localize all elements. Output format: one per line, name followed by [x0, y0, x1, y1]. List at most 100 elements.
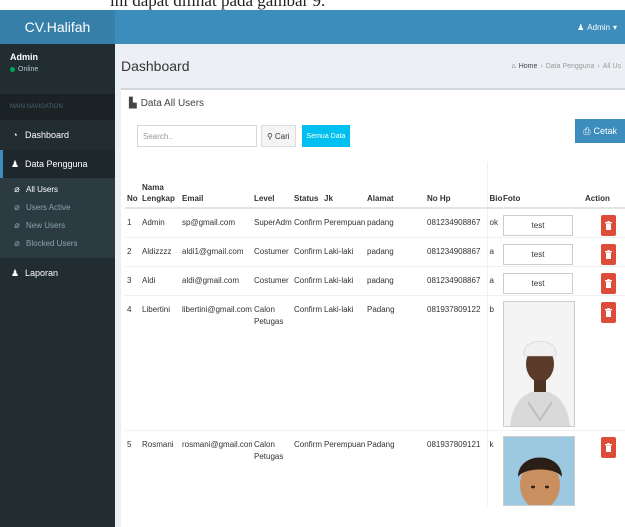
sidebar-item-laporan[interactable]: ♟ Laporan	[0, 258, 115, 288]
trash-icon	[605, 221, 612, 230]
column-header: No Hp	[425, 162, 487, 209]
search-form: ⚲ Cari Semua Data	[137, 125, 351, 147]
file-icon: ▙	[129, 98, 137, 109]
cell-nama: Libertini	[140, 294, 180, 430]
cell-action	[583, 207, 625, 237]
cell-nohp: 081937809122	[425, 294, 487, 430]
users-icon: ♟	[10, 158, 20, 169]
cell-nohp: 081234908867	[425, 265, 487, 295]
admin-menu[interactable]: ♟ Admin ▾	[577, 10, 617, 44]
cell-jk: Laki-laki	[322, 236, 365, 266]
sidebar-item-label: New Users	[26, 220, 66, 230]
sidebar-item-label: Data Pengguna	[25, 159, 88, 169]
admin-menu-label: Admin	[587, 22, 610, 32]
cell-jk: Perempuan	[322, 429, 365, 506]
search-button[interactable]: ⚲ Cari	[261, 125, 296, 147]
search-icon: ⚲	[267, 131, 273, 141]
column-header: Foto	[501, 162, 583, 209]
sidebar: CV.Halifah Admin Online MAIN NAVIGATION …	[0, 10, 115, 527]
link-icon: ⌀	[14, 219, 20, 230]
semua-data-button[interactable]: Semua Data	[301, 125, 351, 147]
cell-status: Confirm	[292, 429, 322, 506]
cell-email: libertini@gmail.com	[180, 294, 252, 430]
column-header: No	[125, 162, 140, 209]
link-icon: ⌀	[14, 237, 20, 248]
user-photo	[503, 300, 575, 427]
column-header: Nama Lengkap	[140, 162, 180, 209]
search-input[interactable]	[137, 125, 257, 147]
online-dot-icon	[10, 67, 15, 72]
cell-email: sp@gmail.com	[180, 207, 252, 237]
cell-level: Costumer	[252, 265, 292, 295]
cell-foto	[501, 429, 583, 506]
trash-icon	[605, 442, 612, 452]
breadcrumb-home[interactable]: Home	[519, 63, 538, 70]
sidebar-item-data-pengguna[interactable]: ♟ Data Pengguna	[0, 150, 115, 178]
sidebar-item-label: Laporan	[25, 268, 59, 278]
brand-logo[interactable]: CV.Halifah	[0, 10, 115, 44]
caret-down-icon: ▾	[612, 22, 617, 32]
person-photo-illustration	[504, 301, 574, 426]
cell-action	[583, 429, 625, 506]
breadcrumb-data-pengguna[interactable]: Data Pengguna	[546, 63, 595, 70]
cell-nama: Admin	[140, 207, 180, 237]
delete-button[interactable]	[601, 272, 616, 294]
sidebar-item-new-users[interactable]: ⌀ New Users	[0, 216, 115, 234]
content-header: Dashboard ⌂ Home › Data Pengguna › All U…	[115, 44, 625, 88]
table-row: 5 Rosmani rosmani@gmail.com Calon Petuga…	[125, 429, 625, 506]
link-icon: ⌀	[14, 201, 20, 212]
cell-nama: Rosmani	[140, 429, 180, 506]
users-box: ▙ Data All Users ⚲ Cari Semua Data ⎙ Cet…	[121, 88, 625, 527]
sidebar-item-label: Blocked Users	[26, 238, 78, 248]
cetak-button[interactable]: ⎙ Cetak	[575, 119, 625, 143]
user-photo	[503, 435, 575, 506]
delete-button[interactable]	[601, 243, 616, 265]
cell-status: Confirm	[292, 265, 322, 295]
column-header: Action	[583, 162, 625, 209]
sidebar-item-dashboard[interactable]: ◔ Dashboard	[0, 120, 115, 150]
table-row: 4 Libertini libertini@gmail.com Calon Pe…	[125, 294, 625, 430]
sidebar-item-users-active[interactable]: ⌀ Users Active	[0, 198, 115, 216]
delete-button[interactable]	[601, 436, 616, 458]
sidebar-item-blocked-users[interactable]: ⌀ Blocked Users	[0, 234, 115, 252]
table-row: 3 Aldi aldi@gmail.com Costumer Confirm L…	[125, 265, 625, 295]
cell-alamat: Padang	[365, 294, 425, 430]
cell-email: aldi1@gmail.com	[180, 236, 252, 266]
breadcrumb-separator: ›	[597, 62, 600, 70]
cell-foto: test	[501, 236, 583, 266]
top-navbar: ♟ Admin ▾	[115, 10, 625, 44]
table-row: 2 Aldizzzz aldi1@gmail.com Costumer Conf…	[125, 236, 625, 266]
user-panel: Admin Online	[0, 44, 115, 94]
column-header: Jk	[322, 162, 365, 209]
cell-no: 5	[125, 429, 140, 506]
cell-level: SuperAdmin	[252, 207, 292, 237]
cell-nohp: 081234908867	[425, 207, 487, 237]
person-photo-illustration	[504, 436, 574, 505]
cell-status: Confirm	[292, 236, 322, 266]
cell-jk: Laki-laki	[322, 294, 365, 430]
cell-foto: test	[501, 207, 583, 237]
trash-icon	[605, 307, 612, 317]
cell-action	[583, 294, 625, 430]
cell-email: aldi@gmail.com	[180, 265, 252, 295]
trash-icon	[605, 278, 612, 288]
cell-action	[583, 265, 625, 295]
cell-foto: test	[501, 265, 583, 295]
column-header: Status	[292, 162, 322, 209]
caption-text: ini dapat dilihat pada gambar 9.	[110, 0, 326, 10]
cell-jk: Perempuan	[322, 207, 365, 237]
cell-email: rosmani@gmail.com	[180, 429, 252, 506]
breadcrumb: ⌂ Home › Data Pengguna › All Us	[511, 63, 621, 70]
cell-no: 3	[125, 265, 140, 295]
sidebar-item-all-users[interactable]: ⌀ All Users	[0, 180, 115, 198]
column-header: Email	[180, 162, 252, 209]
breadcrumb-all-users: All Us	[602, 62, 621, 70]
user-name: Admin	[10, 52, 38, 62]
cell-nohp: 081937809121	[425, 429, 487, 506]
user-icon: ♟	[577, 22, 585, 32]
cell-bio: a	[486, 265, 501, 295]
delete-button[interactable]	[601, 215, 616, 236]
cell-bio: b	[486, 294, 501, 430]
users-icon: ♟	[10, 267, 20, 278]
delete-button[interactable]	[601, 301, 616, 323]
